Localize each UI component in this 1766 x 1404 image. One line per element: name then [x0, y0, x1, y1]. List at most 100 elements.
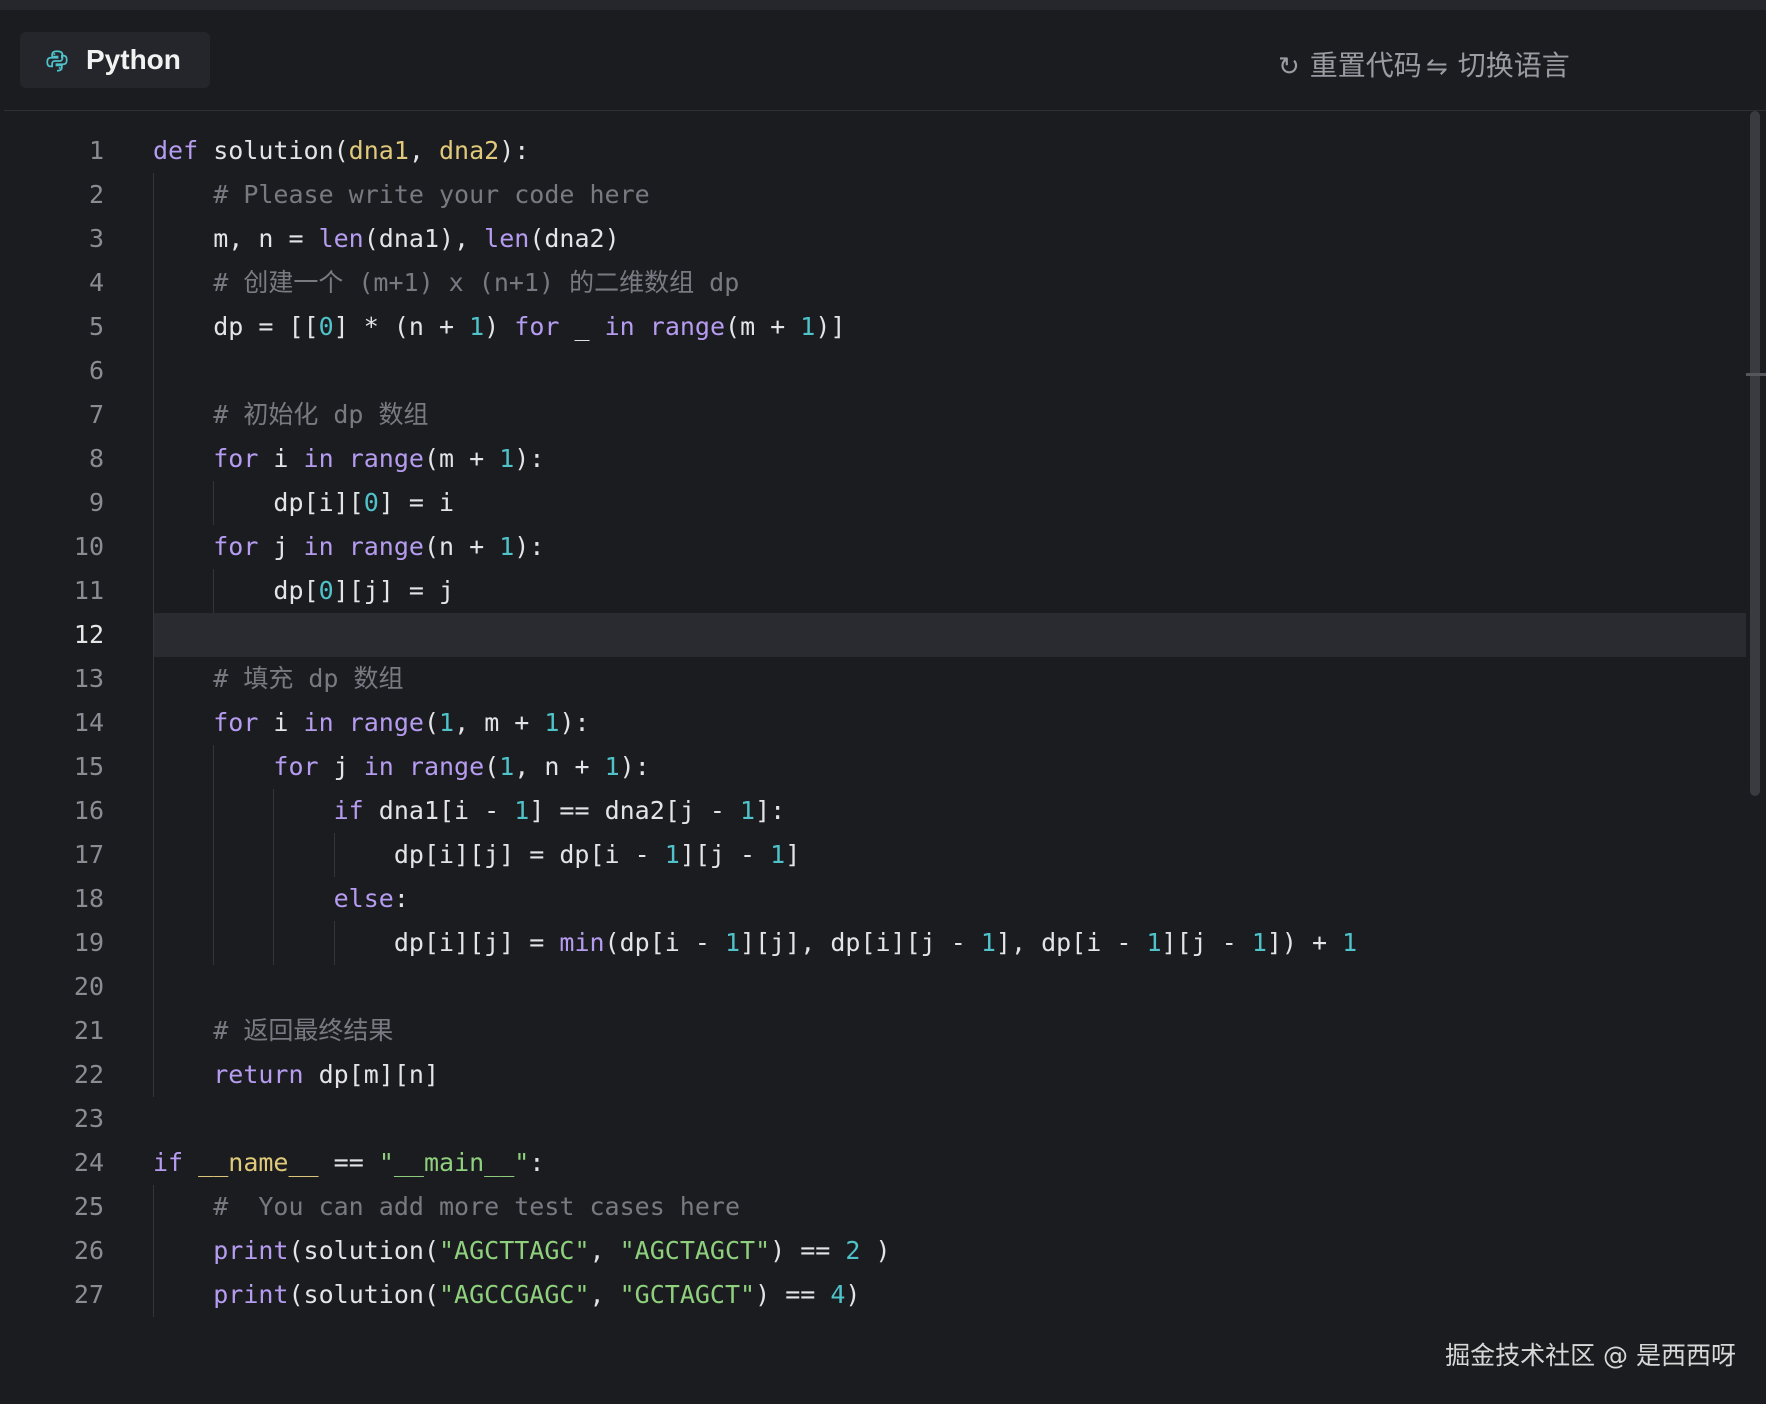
indent-guide — [153, 261, 154, 305]
code-line[interactable]: return dp[m][n] — [153, 1053, 1746, 1097]
code-text: # 初始化 dp 数组 — [213, 400, 429, 429]
language-label: Python — [86, 44, 181, 75]
code-line[interactable]: for j in range(n + 1): — [153, 525, 1746, 569]
code-text: for j in range(n + 1): — [213, 532, 545, 561]
line-number: 3 — [88, 224, 104, 253]
code-text: dp[i][0] = i — [153, 488, 455, 517]
indent-guide — [213, 569, 215, 613]
line-number: 24 — [73, 1148, 104, 1177]
code-line[interactable]: # 返回最终结果 — [153, 1009, 1746, 1053]
code-line[interactable]: for j in range(1, n + 1): — [153, 745, 1746, 789]
language-tab[interactable]: Python — [20, 32, 210, 88]
code-line[interactable]: dp = [[0] * (n + 1) for _ in range(m + 1… — [153, 305, 1746, 349]
indent-guide — [273, 789, 275, 833]
line-number: 22 — [73, 1060, 104, 1089]
code-line[interactable]: # Please write your code here — [153, 173, 1746, 217]
code-editor[interactable]: 1 2 3 4 5 6 7 8 9 10 11 12 13 14 15 16 17 18 19 20 21 22 23 24 2… — [4, 111, 1766, 1404]
indent-guide — [153, 789, 154, 833]
indent-guide — [153, 1185, 154, 1229]
scrollbar-thumb[interactable] — [1750, 111, 1760, 796]
line-number: 20 — [73, 972, 104, 1001]
indent-guide — [213, 921, 215, 965]
code-text: else: — [333, 884, 409, 913]
indent-guide — [213, 481, 215, 525]
code-line[interactable]: dp[i][j] = min(dp[i - 1][j], dp[i][j - 1… — [153, 921, 1746, 965]
switch-language-label: 切换语言 — [1457, 50, 1570, 81]
indent-guide — [153, 701, 154, 745]
code-line[interactable]: print(solution("AGCTTAGC", "AGCTAGCT") =… — [153, 1229, 1746, 1273]
python-icon — [46, 50, 68, 72]
code-line[interactable]: for i in range(m + 1): — [153, 437, 1746, 481]
indent-guide — [153, 657, 154, 701]
indent-guide — [153, 965, 154, 1009]
indent-guide — [333, 833, 335, 877]
indent-guide — [333, 921, 335, 965]
code-line[interactable]: # You can add more test cases here — [153, 1185, 1746, 1229]
code-line[interactable]: print(solution("AGCCGAGC", "GCTAGCT") ==… — [153, 1273, 1746, 1317]
code-line[interactable]: # 创建一个 (m+1) x (n+1) 的二维数组 dp — [153, 261, 1746, 305]
indent-guide — [153, 481, 154, 525]
code-line[interactable]: def solution(dna1, dna2): — [153, 129, 1746, 173]
code-line[interactable]: dp[0][j] = j — [153, 569, 1746, 613]
indent-guide — [213, 745, 215, 789]
line-number: 17 — [73, 840, 104, 869]
line-number: 4 — [88, 268, 104, 297]
code-line[interactable] — [153, 349, 1746, 393]
line-number: 14 — [73, 708, 104, 737]
indent-guide — [153, 525, 154, 569]
indent-guide — [273, 833, 275, 877]
indent-guide — [153, 305, 154, 349]
indent-guide — [273, 877, 275, 921]
line-number: 9 — [88, 488, 104, 517]
code-line[interactable] — [153, 965, 1746, 1009]
line-number: 15 — [73, 752, 104, 781]
swap-icon: ⇋ — [1426, 51, 1448, 81]
line-number: 18 — [73, 884, 104, 913]
indent-guide — [273, 921, 275, 965]
code-line[interactable]: if dna1[i - 1] == dna2[j - 1]: — [153, 789, 1746, 833]
line-number: 6 — [88, 356, 104, 385]
line-number: 21 — [73, 1016, 104, 1045]
line-number: 5 — [88, 312, 104, 341]
line-number: 19 — [73, 928, 104, 957]
code-text: # 返回最终结果 — [213, 1016, 394, 1045]
code-line[interactable]: if __name__ == "__main__": — [153, 1141, 1746, 1185]
line-number: 2 — [88, 180, 104, 209]
indent-guide — [153, 833, 154, 877]
indent-guide — [153, 217, 154, 261]
code-text: for i in range(1, m + 1): — [213, 708, 590, 737]
refresh-icon: ↻ — [1278, 51, 1300, 81]
code-line[interactable] — [153, 613, 1746, 657]
code-text: # You can add more test cases here — [213, 1192, 741, 1221]
indent-guide — [153, 569, 154, 613]
line-number: 11 — [73, 576, 104, 605]
code-line[interactable] — [153, 1097, 1746, 1141]
indent-guide — [153, 393, 154, 437]
indent-guide — [153, 745, 154, 789]
indent-guide — [153, 1009, 154, 1053]
code-text: print(solution("AGCTTAGC", "AGCTAGCT") =… — [213, 1236, 891, 1265]
code-line[interactable]: m, n = len(dna1), len(dna2) — [153, 217, 1746, 261]
vertical-scrollbar[interactable] — [1750, 111, 1764, 1404]
code-text: return dp[m][n] — [213, 1060, 439, 1089]
indent-guide — [153, 613, 154, 657]
reset-code-label: 重置代码 — [1309, 50, 1422, 81]
code-line[interactable]: # 初始化 dp 数组 — [153, 393, 1746, 437]
line-number: 8 — [88, 444, 104, 473]
line-number: 23 — [73, 1104, 104, 1133]
indent-guide — [153, 437, 154, 481]
code-line[interactable]: dp[i][0] = i — [153, 481, 1746, 525]
line-number: 27 — [73, 1280, 104, 1309]
code-line[interactable]: # 填充 dp 数组 — [153, 657, 1746, 701]
code-line[interactable]: for i in range(1, m + 1): — [153, 701, 1746, 745]
reset-code-button[interactable]: ↻ 重置代码 — [1278, 46, 1422, 86]
code-line[interactable]: dp[i][j] = dp[i - 1][j - 1] — [153, 833, 1746, 877]
code-area[interactable]: def solution(dna1, dna2): # Please write… — [153, 129, 1746, 1317]
indent-guide — [153, 1273, 154, 1317]
line-number: 7 — [88, 400, 104, 429]
code-text: m, n = len(dna1), len(dna2) — [153, 224, 620, 253]
code-line[interactable]: else: — [153, 877, 1746, 921]
window-top-strip — [0, 0, 1766, 10]
switch-language-button[interactable]: ⇋ 切换语言 — [1426, 46, 1570, 86]
line-number: 25 — [73, 1192, 104, 1221]
